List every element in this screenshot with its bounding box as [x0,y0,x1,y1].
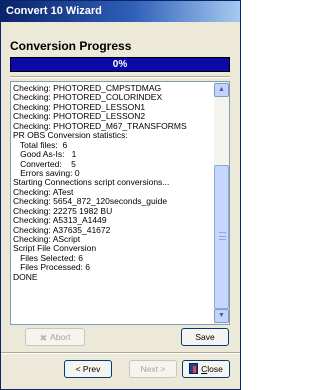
save-button[interactable]: Save [181,328,229,346]
conversion-log[interactable]: Checking: PHOTORED_CMPSTDMAG Checking: PH… [10,81,230,325]
log-line: DONE [13,271,38,282]
next-label: Next > [140,364,166,374]
log-text: Checking: PHOTORED_CMPSTDMAG Checking: PH… [13,84,213,322]
prev-button[interactable]: < Prev [64,360,112,378]
progress-label: 0% [112,59,128,70]
prev-label: < Prev [75,364,101,374]
scroll-down-arrow-icon[interactable]: ▼ [214,309,229,323]
wizard-content: Conversion Progress 0% Checking: PHOTORE… [1,22,240,389]
close-button[interactable]: Close [182,360,230,378]
scroll-grip-icon [219,232,226,240]
save-label: Save [195,332,215,342]
close-door-icon [189,363,199,375]
bottom-divider [1,352,240,354]
window-title: Convert 10 Wizard [6,5,102,17]
top-divider [10,76,230,78]
log-line: Files Processed: 6 [13,262,91,273]
progress-bar: 0% [10,57,230,72]
abort-label: Abort [50,332,71,342]
title-bar[interactable]: Convert 10 Wizard [1,1,240,22]
page-heading: Conversion Progress [10,39,132,53]
scroll-thumb[interactable] [214,165,229,309]
wizard-window: Convert 10 Wizard Conversion Progress 0%… [0,0,241,390]
scroll-up-arrow-icon[interactable]: ▲ [214,83,229,97]
log-scrollbar[interactable]: ▲ ▼ [214,82,229,324]
abort-icon: ✖ [39,332,48,343]
next-button[interactable]: Next > [129,360,177,378]
abort-button[interactable]: ✖ Abort [25,328,85,346]
close-label-rest: lose [207,364,223,374]
